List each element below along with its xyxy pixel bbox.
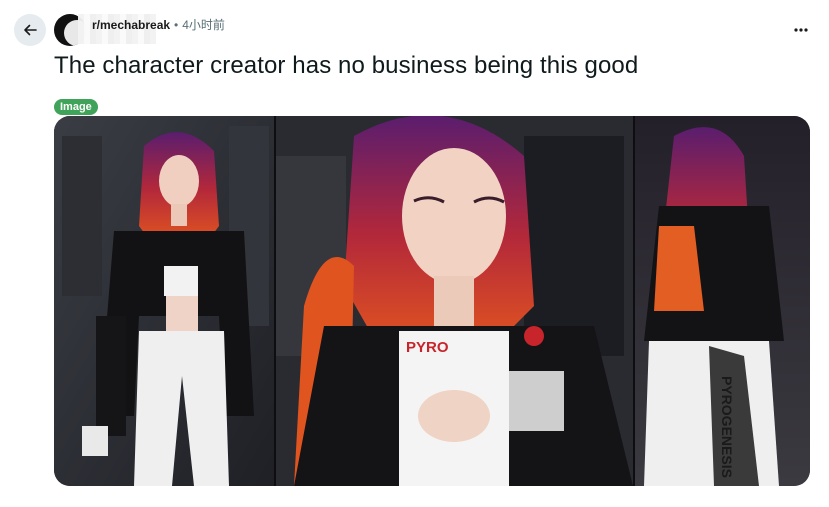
jacket-logo-text: PYRO: [406, 339, 449, 356]
post-title[interactable]: The character creator has no business be…: [54, 52, 638, 80]
panel-closeup-view: PYRO: [276, 116, 633, 486]
post-meta: r/mechabreak • 4小时前: [92, 16, 225, 33]
subreddit-name[interactable]: r/mechabreak: [92, 18, 170, 32]
panel-front-view: [54, 116, 274, 486]
post-time: 4小时前: [182, 18, 225, 32]
post-image[interactable]: PYRO PYROGENESIS: [54, 116, 810, 486]
character-collage-image: PYRO PYROGENESIS: [54, 116, 810, 486]
pants-text: PYROGENESIS: [719, 376, 735, 478]
more-options-button[interactable]: [787, 16, 815, 44]
post-flair[interactable]: Image: [54, 99, 98, 115]
arrow-left-icon: [24, 24, 37, 36]
panel-back-view: PYROGENESIS: [635, 116, 810, 486]
meta-separator: •: [174, 17, 179, 32]
more-horizontal-icon: [794, 28, 808, 32]
back-button[interactable]: [14, 14, 46, 46]
